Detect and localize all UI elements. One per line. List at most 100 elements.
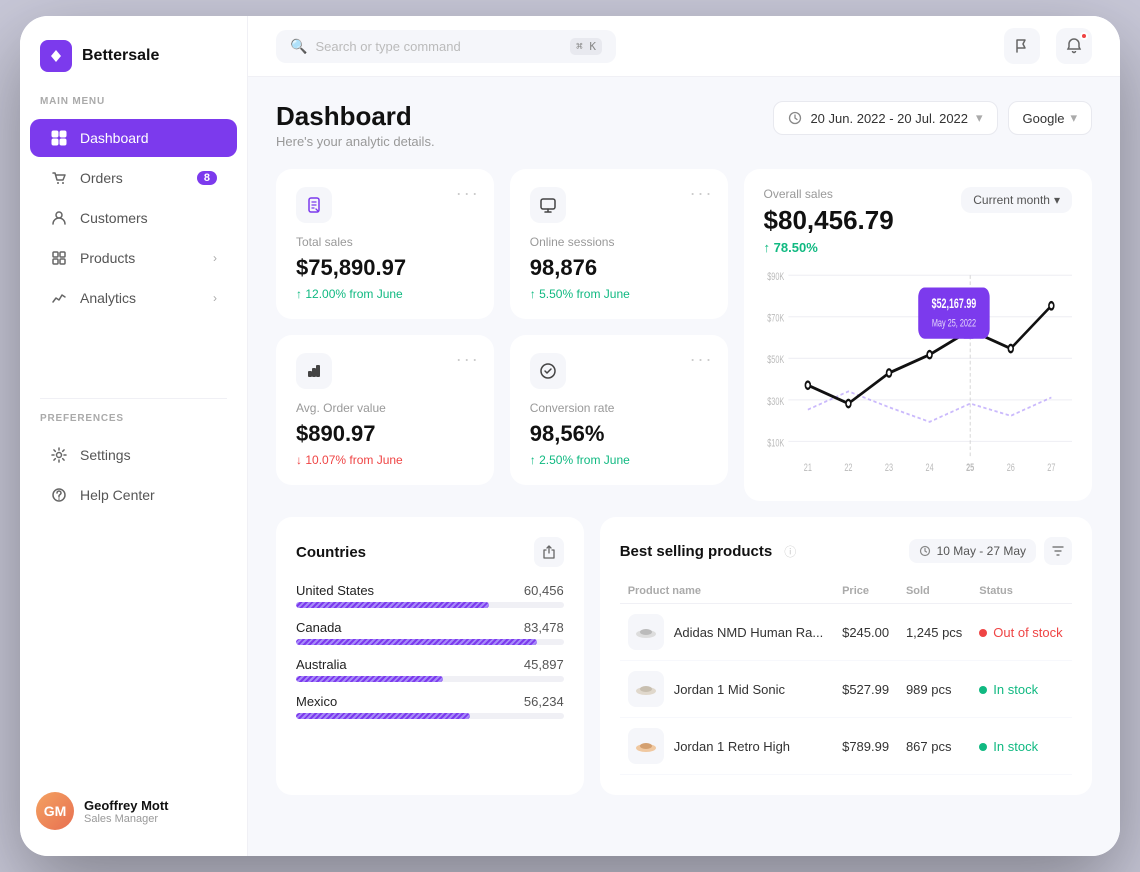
sidebar-item-orders[interactable]: Orders 8 <box>30 159 237 197</box>
info-icon: ⓘ <box>784 543 796 560</box>
sidebar-item-analytics[interactable]: Analytics › <box>30 279 237 317</box>
svg-text:May 25, 2022: May 25, 2022 <box>931 317 975 329</box>
table-row: Adidas NMD Human Ra... $245.00 1,245 pcs… <box>620 604 1072 661</box>
main-area: 🔍 Search or type command ⌘ K <box>248 16 1120 856</box>
source-label: Google <box>1023 111 1065 126</box>
notification-button[interactable] <box>1056 28 1092 64</box>
svg-text:23: 23 <box>884 461 892 473</box>
status-dot-in <box>979 686 987 694</box>
clock-small-icon <box>919 545 931 557</box>
conversion-icon <box>530 353 566 389</box>
online-sessions-arrow: ↑ <box>530 287 539 301</box>
analytics-label: Analytics <box>80 290 136 306</box>
sidebar: Bettersale MAIN MENU Dashboard <box>20 16 248 856</box>
date-picker-button[interactable]: 20 Jun. 2022 - 20 Jul. 2022 ▾ <box>773 101 997 135</box>
sales-card-value: $80,456.79 <box>764 205 894 236</box>
dashboard-icon <box>50 129 68 147</box>
status-dot-in <box>979 743 987 751</box>
product-status: In stock <box>971 661 1072 718</box>
total-sales-menu[interactable]: ··· <box>456 183 480 204</box>
bell-icon <box>1066 38 1082 54</box>
products-title: Best selling products <box>620 543 773 560</box>
svg-text:24: 24 <box>925 461 933 473</box>
chart-area: $90K $70K $50K $30K $10K 21 22 23 24 25 … <box>764 263 1072 483</box>
countries-list: United States 60,456 Canada 83,478 <box>296 583 564 719</box>
avg-order-card: ··· Avg. Order value $890.97 ↓ <box>276 335 494 485</box>
sales-card-header: Overall sales $80,456.79 ↑ 78.50% Curren… <box>764 187 1072 255</box>
total-sales-value: $75,890.97 <box>296 255 474 281</box>
logo-icon <box>40 40 72 72</box>
mid-metrics: ··· Online sessions 98,876 ↑ 5.50% from … <box>510 169 728 485</box>
svg-text:$52,167.99: $52,167.99 <box>931 298 976 312</box>
flag-button[interactable] <box>1004 28 1040 64</box>
export-icon <box>542 545 556 559</box>
svg-text:25: 25 <box>966 461 974 473</box>
page-header: Dashboard Here's your analytic details. … <box>276 101 1092 149</box>
products-date-range: 10 May - 27 May <box>909 539 1036 563</box>
online-sessions-value: 98,876 <box>530 255 708 281</box>
product-status: Out of stock <box>971 604 1072 661</box>
filter-button[interactable] <box>1044 537 1072 565</box>
col-sold: Sold <box>898 579 971 604</box>
source-button[interactable]: Google ▾ <box>1008 101 1092 135</box>
search-icon: 🔍 <box>290 38 307 55</box>
online-sessions-menu[interactable]: ··· <box>690 183 714 204</box>
user-role: Sales Manager <box>84 813 231 825</box>
status-dot-out <box>979 629 987 637</box>
sales-info: Overall sales $80,456.79 ↑ 78.50% <box>764 187 894 255</box>
conversion-value: 98,56% <box>530 421 708 447</box>
total-sales-arrow: ↑ <box>296 287 305 301</box>
customers-icon <box>50 209 68 227</box>
sidebar-item-customers[interactable]: Customers <box>30 199 237 237</box>
page-controls: 20 Jun. 2022 - 20 Jul. 2022 ▾ Google ▾ <box>773 101 1092 135</box>
avg-order-icon <box>296 353 332 389</box>
product-price: $245.00 <box>834 604 898 661</box>
settings-label: Settings <box>80 447 131 463</box>
product-status: In stock <box>971 718 1072 775</box>
product-cell: Adidas NMD Human Ra... <box>628 614 826 650</box>
user-profile[interactable]: GM Geoffrey Mott Sales Manager <box>20 782 247 840</box>
svg-text:27: 27 <box>1047 461 1055 473</box>
sidebar-item-products[interactable]: Products › <box>30 239 237 277</box>
online-sessions-card: ··· Online sessions 98,876 ↑ 5.50% from … <box>510 169 728 319</box>
product-cell: Jordan 1 Retro High <box>628 728 826 764</box>
sidebar-item-settings[interactable]: Settings <box>30 436 237 474</box>
countries-card: Countries United States 60,456 <box>276 517 584 795</box>
sidebar-item-helpcenter[interactable]: Help Center <box>30 476 237 514</box>
products-icon <box>50 249 68 267</box>
online-sessions-label: Online sessions <box>530 235 708 249</box>
search-bar[interactable]: 🔍 Search or type command ⌘ K <box>276 30 616 63</box>
product-price: $527.99 <box>834 661 898 718</box>
logo-text: Bettersale <box>82 47 159 65</box>
sidebar-divider <box>40 398 227 399</box>
product-cell: Jordan 1 Mid Sonic <box>628 671 826 707</box>
sales-card-label: Overall sales <box>764 187 894 201</box>
settings-icon <box>50 446 68 464</box>
online-sessions-change: ↑ 5.50% from June <box>530 287 708 301</box>
product-thumb <box>628 671 664 707</box>
export-button[interactable] <box>534 537 564 567</box>
flag-icon <box>1014 38 1030 54</box>
product-sold: 867 pcs <box>898 718 971 775</box>
left-metrics: ··· Total sales $75,890.97 <box>276 169 494 485</box>
source-chevron: ▾ <box>1070 110 1077 126</box>
period-label: Current month <box>973 193 1050 207</box>
total-sales-change: ↑ 12.00% from June <box>296 287 474 301</box>
total-sales-icon <box>296 187 332 223</box>
list-item: Mexico 56,234 <box>296 694 564 719</box>
analytics-icon <box>50 289 68 307</box>
svg-text:26: 26 <box>1006 461 1014 473</box>
svg-text:21: 21 <box>803 461 811 473</box>
sales-chart-card: Overall sales $80,456.79 ↑ 78.50% Curren… <box>744 169 1092 501</box>
orders-label: Orders <box>80 170 123 186</box>
header: 🔍 Search or type command ⌘ K <box>248 16 1120 77</box>
avg-order-menu[interactable]: ··· <box>456 349 480 370</box>
products-table: Product name Price Sold Status <box>620 579 1072 775</box>
product-thumb <box>628 728 664 764</box>
sidebar-item-dashboard[interactable]: Dashboard <box>30 119 237 157</box>
logo[interactable]: Bettersale <box>20 40 247 96</box>
period-button[interactable]: Current month ▾ <box>961 187 1072 213</box>
orders-icon <box>50 169 68 187</box>
conversion-menu[interactable]: ··· <box>690 349 714 370</box>
bottom-section: Countries United States 60,456 <box>276 517 1092 795</box>
